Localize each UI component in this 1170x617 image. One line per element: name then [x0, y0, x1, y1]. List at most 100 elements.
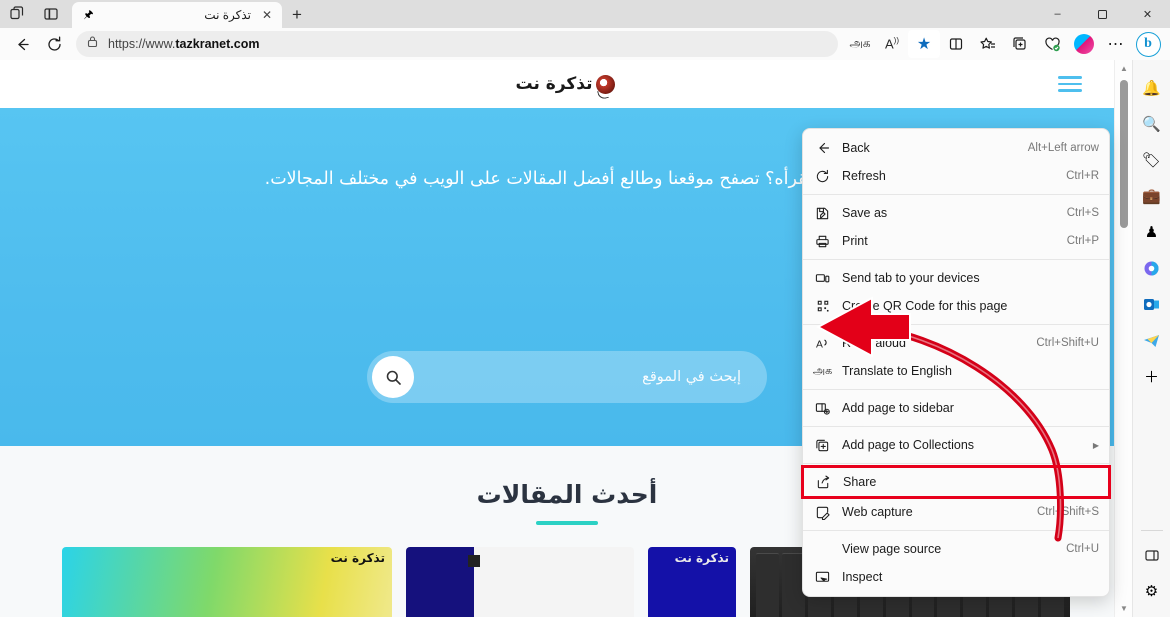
- menu-item-add-page-to-collections[interactable]: Add page to Collections ▶: [803, 431, 1109, 459]
- favorites-icon[interactable]: [972, 30, 1004, 58]
- menu-item-inspect[interactable]: Inspect: [803, 563, 1109, 591]
- scroll-down-icon[interactable]: ▼: [1115, 600, 1133, 617]
- microsoft-365-icon[interactable]: [1135, 250, 1169, 286]
- menu-item-translate-to-english[interactable]: அக Translate to English: [803, 357, 1109, 385]
- minimize-button[interactable]: –: [1035, 0, 1080, 28]
- context-menu: Back Alt+Left arrow Refresh Ctrl+R Save as Ct…: [801, 128, 1111, 597]
- menu-item-add-page-to-sidebar[interactable]: Add page to sidebar: [803, 394, 1109, 422]
- shopping-tag-icon[interactable]: 🏷: [1135, 142, 1169, 178]
- menu-item-send-tab-to-your-devices[interactable]: Send tab to your devices: [803, 264, 1109, 292]
- title-bar: 🖈 تذكرة نت ✕ + – ✕: [0, 0, 1170, 28]
- menu-item-shortcut: Ctrl+Shift+U: [1036, 337, 1099, 349]
- send-tab-icon: [814, 270, 831, 287]
- outlook-icon[interactable]: [1135, 286, 1169, 322]
- menu-item-label: Read aloud: [842, 336, 906, 350]
- qr-code-icon: [814, 298, 831, 315]
- close-icon[interactable]: ✕: [258, 6, 276, 24]
- collections-icon[interactable]: [1004, 30, 1036, 58]
- address-bar-url: https://www.tazkranet.com: [108, 37, 260, 51]
- menu-icon[interactable]: [1058, 76, 1082, 92]
- menu-item-print[interactable]: Print Ctrl+P: [803, 227, 1109, 255]
- menu-item-shortcut: Ctrl+U: [1066, 543, 1099, 555]
- edge-sidebar: 🔔 🔍 🏷 💼 ♟ ＋ ⚙: [1132, 60, 1170, 617]
- article-card[interactable]: [406, 547, 634, 617]
- menu-item-web-capture[interactable]: Web capture Ctrl+Shift+S: [803, 498, 1109, 526]
- divider: [1140, 530, 1163, 531]
- menu-item-save-as[interactable]: Save as Ctrl+S: [803, 199, 1109, 227]
- tab-search-icon[interactable]: [0, 0, 34, 28]
- refresh-button[interactable]: [38, 30, 70, 58]
- menu-item-label: Web capture: [842, 505, 913, 519]
- games-icon[interactable]: ♟: [1135, 214, 1169, 250]
- menu-item-shortcut: Ctrl+S: [1066, 207, 1099, 219]
- site-favicon: 🖈: [83, 8, 94, 21]
- scrollbar-thumb[interactable]: [1120, 80, 1128, 228]
- close-button[interactable]: ✕: [1125, 0, 1170, 28]
- windows-logo-icon: [468, 555, 480, 567]
- menu-separator: [803, 324, 1109, 325]
- site-search-bar[interactable]: إبحث في الموقع: [367, 351, 767, 403]
- share-icon: [815, 474, 832, 491]
- menu-separator: [803, 530, 1109, 531]
- card-watermark: تذكرة نت: [330, 551, 385, 565]
- search-icon[interactable]: [372, 356, 414, 398]
- copilot-icon[interactable]: b: [1132, 30, 1164, 58]
- web-capture-icon: [814, 504, 831, 521]
- menu-item-label: Add page to sidebar: [842, 401, 954, 415]
- chevron-right-icon: ▶: [1092, 440, 1099, 450]
- menu-item-read-aloud[interactable]: A Read aloud Ctrl+Shift+U: [803, 329, 1109, 357]
- add-sidebar-app-icon[interactable]: ＋: [1135, 358, 1169, 394]
- page-scrollbar[interactable]: ▲ ▼: [1114, 60, 1132, 617]
- menu-separator: [803, 194, 1109, 195]
- refresh-icon: [814, 168, 831, 185]
- menu-item-create-qr-code-for-this-page[interactable]: Create QR Code for this page: [803, 292, 1109, 320]
- maximize-button[interactable]: [1080, 0, 1125, 28]
- tools-briefcase-icon[interactable]: 💼: [1135, 178, 1169, 214]
- menu-item-label: Back: [842, 141, 870, 155]
- translate-icon[interactable]: அக: [844, 30, 876, 58]
- logo-mark-icon: [595, 74, 615, 94]
- read-aloud-icon: A: [814, 335, 831, 352]
- new-tab-button[interactable]: +: [282, 2, 312, 28]
- address-bar[interactable]: https://www.tazkranet.com: [76, 31, 838, 57]
- save-as-icon: [814, 205, 831, 222]
- add-to-collections-icon: [814, 437, 831, 454]
- split-screen-icon[interactable]: [940, 30, 972, 58]
- card-image-block: [406, 547, 474, 617]
- article-card[interactable]: تذكرة نت: [648, 547, 736, 617]
- article-card[interactable]: تذكرة نت: [62, 547, 392, 617]
- inspect-icon: [814, 569, 831, 586]
- menu-item-shortcut: Alt+Left arrow: [1027, 142, 1099, 154]
- browser-tab[interactable]: 🖈 تذكرة نت ✕: [72, 2, 282, 28]
- browser-toolbar: https://www.tazkranet.com அக A)) ★ ⋯ b: [0, 28, 1170, 60]
- site-logo-text: تذكرة نت: [515, 74, 594, 94]
- menu-item-view-page-source[interactable]: View page source Ctrl+U: [803, 535, 1109, 563]
- menu-separator: [803, 426, 1109, 427]
- menu-item-shortcut: Ctrl+P: [1066, 235, 1099, 247]
- menu-item-back[interactable]: Back Alt+Left arrow: [803, 134, 1109, 162]
- window-controls: – ✕: [1035, 0, 1170, 28]
- menu-item-label: Add page to Collections: [842, 438, 975, 452]
- menu-item-refresh[interactable]: Refresh Ctrl+R: [803, 162, 1109, 190]
- settings-and-more-icon[interactable]: ⋯: [1100, 30, 1132, 58]
- search-input[interactable]: إبحث في الموقع: [414, 369, 741, 385]
- menu-item-label: Print: [842, 234, 868, 248]
- read-aloud-icon[interactable]: A)): [876, 30, 908, 58]
- site-logo[interactable]: تذكرة نت: [516, 74, 615, 94]
- search-icon[interactable]: 🔍: [1135, 106, 1169, 142]
- add-page-to-sidebar-icon: [814, 400, 831, 417]
- browser-essentials-icon[interactable]: [1036, 30, 1068, 58]
- sidebar-settings-icon[interactable]: ⚙: [1135, 573, 1169, 609]
- back-arrow-icon: [814, 140, 831, 157]
- menu-item-share[interactable]: Share: [801, 465, 1111, 499]
- toggle-sidebar-icon[interactable]: [1135, 537, 1169, 573]
- profile-avatar[interactable]: [1068, 30, 1100, 58]
- back-button[interactable]: [6, 30, 38, 58]
- menu-separator: [803, 463, 1109, 464]
- telegram-icon[interactable]: [1135, 322, 1169, 358]
- notifications-icon[interactable]: 🔔: [1135, 70, 1169, 106]
- favorite-star-icon[interactable]: ★: [908, 30, 940, 58]
- split-screen-icon[interactable]: [34, 0, 68, 28]
- site-header: تذكرة نت: [0, 60, 1134, 108]
- scroll-up-icon[interactable]: ▲: [1115, 60, 1133, 77]
